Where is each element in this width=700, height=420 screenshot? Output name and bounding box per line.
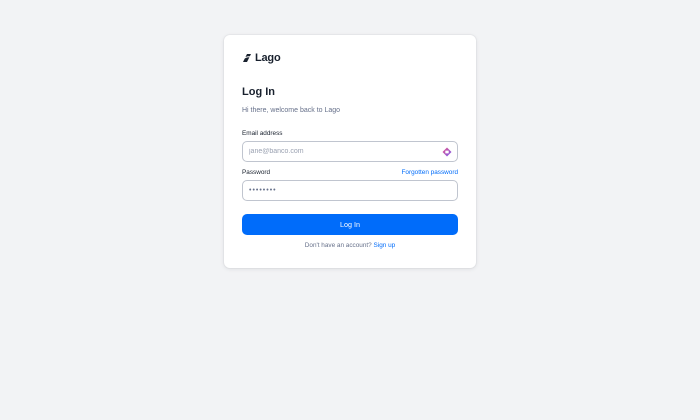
signup-prompt-text: Don't have an account? (304, 242, 372, 249)
password-input-value[interactable]: •••••••• (243, 180, 277, 201)
lago-logo-icon (242, 53, 252, 63)
forgotten-password-link[interactable]: Forgotten password (402, 169, 458, 177)
email-field-wrapper[interactable] (242, 141, 458, 162)
page-title: Log In (242, 86, 275, 98)
signup-prompt: Don't have an account? Sign up (224, 242, 476, 250)
brand-name: Lago (255, 52, 281, 64)
email-label: Email address (242, 130, 283, 137)
email-input[interactable] (243, 142, 439, 161)
page-subtitle: Hi there, welcome back to Lago (242, 107, 341, 114)
brand-logo: Lago (242, 52, 281, 64)
password-label: Password (242, 169, 271, 176)
password-field[interactable]: •••••••• (242, 180, 458, 201)
login-button[interactable]: Log In (242, 214, 458, 235)
login-card: Lago Log In Hi there, welcome back to La… (224, 35, 476, 268)
password-manager-icon[interactable] (442, 147, 452, 157)
signup-link[interactable]: Sign up (374, 242, 396, 249)
